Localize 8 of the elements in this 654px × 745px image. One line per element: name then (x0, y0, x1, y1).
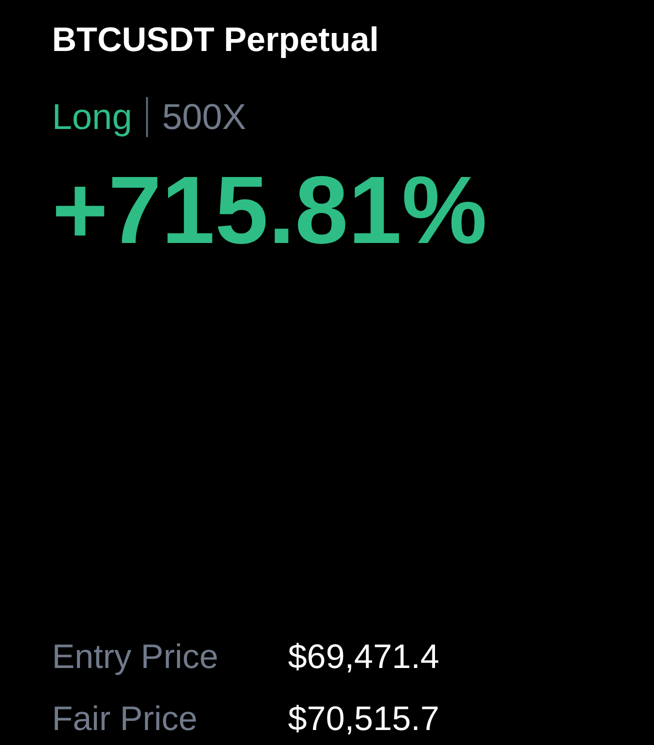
position-side: Long (52, 96, 132, 138)
pnl-percentage: +715.81% (52, 156, 488, 266)
detail-label: Fair Price (52, 699, 198, 739)
detail-label: Entry Price (52, 637, 220, 677)
detail-value: $69,471.4 (288, 637, 440, 677)
detail-value: $70,515.7 (288, 699, 440, 739)
leverage: 500X (162, 96, 246, 138)
contract-title: BTCUSDT Perpetual (52, 20, 380, 60)
